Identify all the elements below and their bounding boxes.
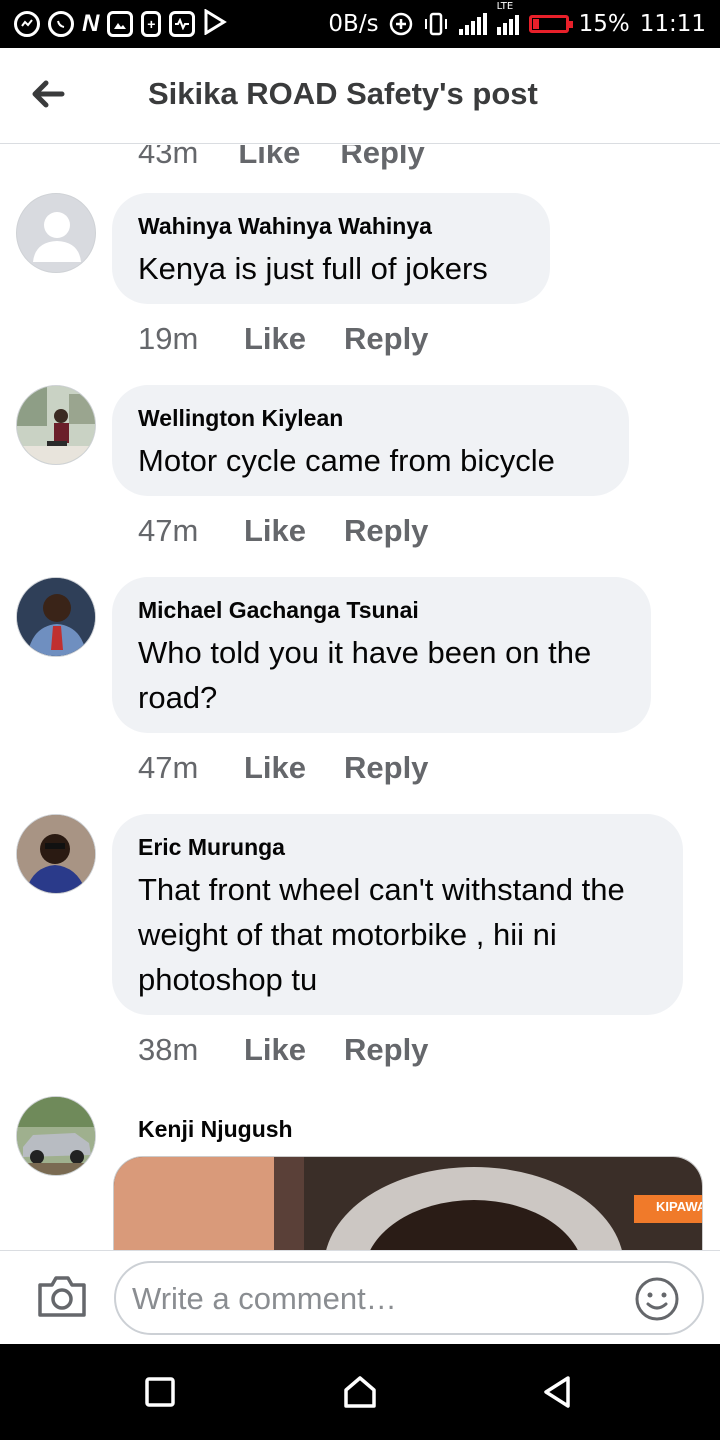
default-profile-icon [33, 212, 81, 262]
profile-photo-icon [17, 386, 95, 464]
comment-text: Kenya is just full of jokers [138, 251, 488, 286]
app-bar: Sikika ROAD Safety's post [0, 48, 720, 144]
comment-time: 38m [138, 1032, 199, 1067]
data-rate: 0B/s [328, 11, 379, 37]
emoji-button[interactable] [634, 1276, 680, 1322]
home-button[interactable] [342, 1374, 378, 1410]
profile-photo-icon [17, 815, 95, 893]
comment-author[interactable]: Michael Gachanga Tsunai [138, 597, 625, 624]
battery-icon [528, 15, 573, 33]
camera-icon [38, 1276, 86, 1317]
comment-actions: 38m Like Reply [138, 1032, 428, 1068]
camera-button[interactable] [36, 1273, 88, 1319]
comment-actions: 19m Like Reply [138, 321, 428, 357]
comment-time: 47m [138, 750, 199, 785]
partial-comment-meta: 43m Like Reply [138, 145, 425, 171]
back-nav-button[interactable] [540, 1374, 576, 1410]
comment-bubble[interactable]: Wellington Kiylean Motor cycle came from… [112, 385, 629, 496]
like-link[interactable]: Like [244, 513, 344, 549]
like-link[interactable]: Like [244, 1032, 344, 1068]
square-icon [145, 1377, 175, 1407]
whatsapp-icon [48, 11, 74, 37]
comment-composer: Write a comment… [0, 1250, 720, 1344]
reply-link[interactable]: Reply [344, 750, 428, 786]
comment-image-attachment[interactable]: KIPAWA [113, 1156, 703, 1250]
like-link[interactable]: Like [244, 321, 344, 357]
comment-author[interactable]: Kenji Njugush [138, 1116, 293, 1143]
comment-text: Who told you it have been on the road? [138, 635, 592, 715]
notification-icons: N + [14, 7, 228, 40]
signal-strength-icon [458, 13, 487, 35]
comment-author[interactable]: Wahinya Wahinya Wahinya [138, 213, 524, 240]
comment-bubble[interactable]: Michael Gachanga Tsunai Who told you it … [112, 577, 651, 733]
comment-actions: 47m Like Reply [138, 513, 428, 549]
lte-signal-icon: LTE [496, 1, 519, 35]
gallery-icon [107, 11, 134, 37]
n-app-icon: N [82, 10, 100, 37]
back-button[interactable] [28, 74, 68, 114]
comment-time: 19m [138, 321, 199, 356]
page-title: Sikika ROAD Safety's post [148, 76, 538, 111]
vibrate-icon [424, 12, 447, 36]
play-store-icon [203, 7, 228, 40]
clock: 11:11 [639, 11, 706, 37]
reply-link[interactable]: Reply [344, 513, 428, 549]
comment-text: That front wheel can't withstand the wei… [138, 872, 625, 997]
recent-apps-button[interactable] [142, 1374, 178, 1410]
comment-author[interactable]: Wellington Kiylean [138, 405, 603, 432]
avatar-photo[interactable] [16, 385, 96, 465]
status-indicators: 0B/s LTE 15% 11:11 [328, 1, 706, 37]
comment-time: 43m [138, 145, 199, 170]
comment-author[interactable]: Eric Murunga [138, 834, 657, 861]
profile-photo-icon [17, 1097, 95, 1175]
home-icon [344, 1376, 376, 1408]
network-label: LTE [496, 1, 514, 12]
triangle-back-icon [544, 1376, 570, 1408]
avatar-photo[interactable] [16, 814, 96, 894]
comment-input-placeholder: Write a comment… [132, 1281, 397, 1316]
data-saver-icon [389, 12, 412, 36]
comment-input[interactable]: Write a comment… [114, 1261, 704, 1335]
system-nav-bar [0, 1344, 720, 1440]
comment-bubble[interactable]: Wahinya Wahinya Wahinya Kenya is just fu… [112, 193, 550, 304]
comment-bubble[interactable]: Eric Murunga That front wheel can't with… [112, 814, 683, 1015]
avatar-photo[interactable] [16, 1096, 96, 1176]
attachment-photo [114, 1157, 702, 1250]
back-arrow-icon [32, 80, 65, 108]
like-link[interactable]: Like [244, 750, 344, 786]
avatar-photo[interactable] [16, 577, 96, 657]
comment-text: Motor cycle came from bicycle [138, 443, 555, 478]
comments-list[interactable]: 43m Like Reply Wahinya Wahinya Wahinya K… [0, 145, 720, 1250]
messenger-icon [14, 11, 40, 37]
like-link[interactable]: Like [238, 145, 300, 171]
reply-link[interactable]: Reply [344, 321, 428, 357]
reply-link[interactable]: Reply [344, 1032, 428, 1068]
avatar-default[interactable] [16, 193, 96, 273]
comment-actions: 47m Like Reply [138, 750, 428, 786]
status-bar: N + 0B/s LTE 15% 11:11 [0, 0, 720, 48]
battery-percent: 15% [578, 11, 630, 37]
reply-link[interactable]: Reply [340, 145, 424, 171]
attachment-watermark: KIPAWA [656, 1199, 703, 1214]
comment-time: 47m [138, 513, 199, 548]
smiley-icon [635, 1277, 679, 1321]
activity-icon [169, 11, 196, 37]
battery-saver-icon: + [141, 11, 162, 37]
profile-photo-icon [17, 578, 95, 656]
